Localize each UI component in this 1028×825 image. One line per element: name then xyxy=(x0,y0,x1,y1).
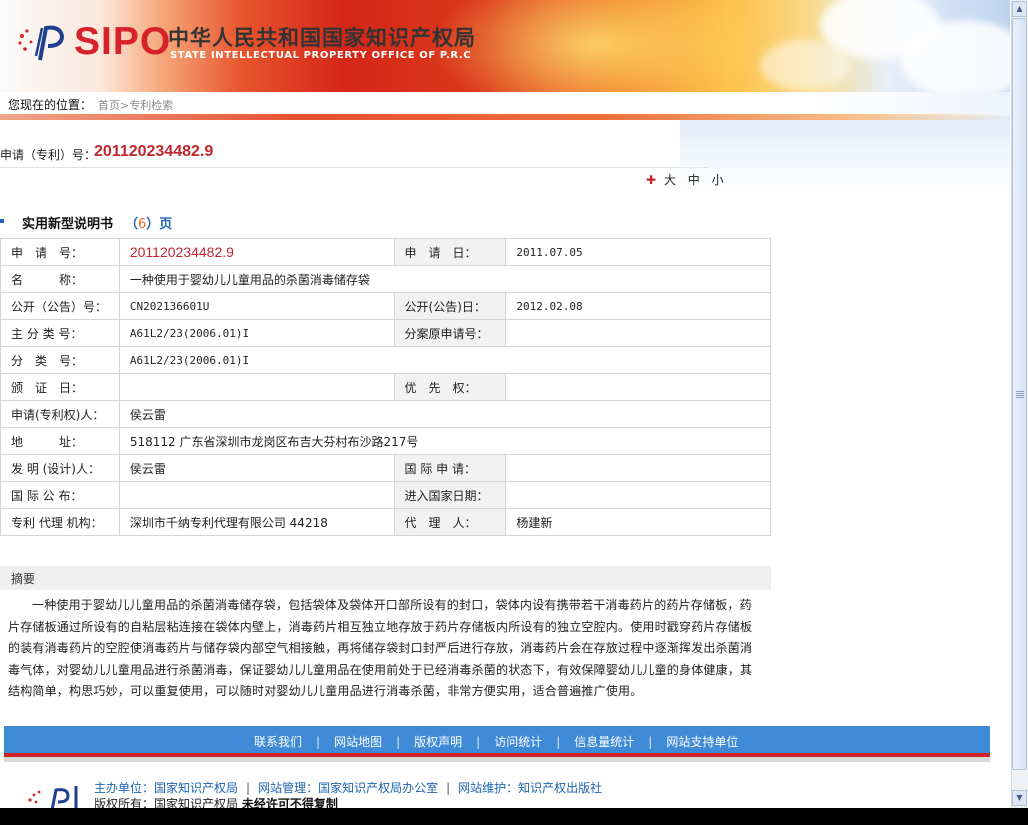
font-size-medium[interactable]: 中 xyxy=(688,173,702,187)
label-grant-date: 颁 证 日： xyxy=(0,373,120,401)
bullet-icon xyxy=(0,219,4,223)
plus-icon: ✚ xyxy=(646,173,659,187)
table-row: 申请(专利权)人： 侯云雷 xyxy=(0,400,772,428)
value-divisional-application xyxy=(505,319,771,347)
label-publication-date: 公开(公告)日： xyxy=(393,292,507,320)
value-applicant: 侯云雷 xyxy=(118,400,772,428)
table-row: 专利 代理 机构： 深圳市千纳专利代理有限公司 44218 代 理 人： 杨建新 xyxy=(0,508,771,536)
label-application-date: 申 请 日： xyxy=(393,238,507,266)
table-row: 地 址： 518112 广东省深圳市龙岗区布吉大芬村布沙路217号 xyxy=(0,427,772,455)
label-international-application: 国 际 申 请： xyxy=(393,454,507,482)
pages-link[interactable]: （6）页 xyxy=(125,213,172,232)
value-agent: 杨建新 xyxy=(505,508,771,536)
label-agency: 专利 代理 机构： xyxy=(0,508,120,536)
organization-info: 主办单位：国家知识产权局 | 网站管理：国家知识产权局办公室 | 网站维护：知识产权出版… xyxy=(94,781,603,795)
value-priority xyxy=(505,373,771,401)
label-international-publication: 国 际 公 布： xyxy=(0,481,120,509)
table-row: 分 类 号： A61L2/23(2006.01)I xyxy=(0,346,772,374)
patent-info-table: 申 请 号： 201120234482.9 申 请 日： 2011.07.05 … xyxy=(0,238,772,536)
value-application-date: 2011.07.05 xyxy=(505,238,771,266)
location-label: 您现在的位置： xyxy=(8,98,93,112)
label-national-entry-date: 进入国家日期： xyxy=(393,481,507,509)
table-row: 颁 证 日： 优 先 权： xyxy=(0,373,771,401)
logo-text: SIPO xyxy=(74,20,172,63)
value-main-classification: A61L2/23(2006.01)I xyxy=(118,319,395,347)
footer-link-supporters[interactable]: 网站支持单位 xyxy=(666,735,738,749)
value-address: 518112 广东省深圳市龙岗区布吉大芬村布沙路217号 xyxy=(118,427,772,455)
label-main-classification: 主 分 类 号： xyxy=(0,319,120,347)
label-applicant: 申请(专利权)人： xyxy=(0,400,120,428)
scrollbar-thumb[interactable] xyxy=(1012,18,1027,770)
host-link[interactable]: 主办单位：国家知识产权局 xyxy=(94,781,238,795)
value-classification: A61L2/23(2006.01)I xyxy=(118,346,772,374)
location-bar-divider xyxy=(0,114,1010,120)
font-size-large[interactable]: 大 xyxy=(664,173,678,187)
label-publication-number: 公开（公告）号： xyxy=(0,292,120,320)
label-divisional-application: 分案原申请号： xyxy=(393,319,507,347)
label-classification: 分 类 号： xyxy=(0,346,120,374)
value-title: 一种使用于婴幼儿儿童用品的杀菌消毒储存袋 xyxy=(118,265,772,293)
footer-link-info-stats[interactable]: 信息量统计 xyxy=(574,735,634,749)
value-application-number: 201120234482.9 xyxy=(118,238,395,266)
value-publication-date: 2012.02.08 xyxy=(505,292,771,320)
value-grant-date xyxy=(118,373,395,401)
table-row: 名 称： 一种使用于婴幼儿儿童用品的杀菌消毒储存袋 xyxy=(0,265,772,293)
footer-links: 联系我们 | 网站地图 | 版权声明 | 访问统计 | 信息量统计 | 网站支持单位 xyxy=(254,735,739,749)
footer-shadow xyxy=(4,757,990,762)
abstract-text: 一种使用于婴幼儿儿童用品的杀菌消毒储存袋，包括袋体及袋体开口部所设有的封口，袋体… xyxy=(8,598,753,698)
value-publication-number: CN202136601U xyxy=(118,292,395,320)
table-row: 主 分 类 号： A61L2/23(2006.01)I 分案原申请号： xyxy=(0,319,771,347)
breadcrumb[interactable]: 首页>专利检索 xyxy=(98,97,173,113)
footer-link-contact[interactable]: 联系我们 xyxy=(254,735,302,749)
abstract-header: 摘要 xyxy=(0,566,771,590)
font-size-small[interactable]: 小 xyxy=(712,173,726,187)
value-international-publication xyxy=(118,481,395,509)
label-priority: 优 先 权： xyxy=(393,373,507,401)
value-international-application xyxy=(505,454,771,482)
label-title: 名 称： xyxy=(0,265,120,293)
font-size-switcher: ✚ 大 中 小 xyxy=(646,171,730,188)
site-title-en: STATE INTELLECTUAL PROPERTY OFFICE OF P.… xyxy=(170,50,472,61)
label-address: 地 址： xyxy=(0,427,120,455)
footer-link-sitemap[interactable]: 网站地图 xyxy=(334,735,382,749)
section-title: 实用新型说明书 xyxy=(22,217,114,232)
label-inventor: 发 明 (设计)人： xyxy=(0,454,120,482)
sipo-footer-logo-icon xyxy=(28,786,78,810)
sipo-logo-icon xyxy=(18,25,65,61)
footer-link-visit-stats[interactable]: 访问统计 xyxy=(494,735,542,749)
value-agency: 深圳市千纳专利代理有限公司 44218 xyxy=(118,508,395,536)
application-number: 201120234482.9 xyxy=(94,143,214,160)
label-application-number: 申 请 号： xyxy=(0,238,120,266)
table-row: 申 请 号： 201120234482.9 申 请 日： 2011.07.05 xyxy=(0,238,771,266)
divider xyxy=(0,167,708,168)
maintain-link[interactable]: 网站维护：知识产权出版社 xyxy=(458,781,602,795)
scroll-up-icon[interactable]: ▲ xyxy=(1012,1,1027,17)
scroll-down-icon[interactable]: ▼ xyxy=(1012,790,1027,806)
table-row: 发 明 (设计)人： 侯云雷 国 际 申 请： xyxy=(0,454,771,482)
value-national-entry-date xyxy=(505,481,771,509)
window-bottom-edge xyxy=(0,808,1028,825)
application-number-label: 申请（专利）号： xyxy=(0,148,97,162)
label-agent: 代 理 人： xyxy=(393,508,507,536)
table-row: 国 际 公 布： 进入国家日期： xyxy=(0,481,771,509)
footer-link-copyright[interactable]: 版权声明 xyxy=(414,735,462,749)
table-row: 公开（公告）号： CN202136601U 公开(公告)日： 2012.02.0… xyxy=(0,292,771,320)
abstract-heading: 摘要 xyxy=(11,572,36,586)
manage-link[interactable]: 网站管理：国家知识产权局办公室 xyxy=(258,781,438,795)
value-inventor: 侯云雷 xyxy=(118,454,395,482)
site-title-cn: 中华人民共和国国家知识产权局 xyxy=(168,26,476,50)
